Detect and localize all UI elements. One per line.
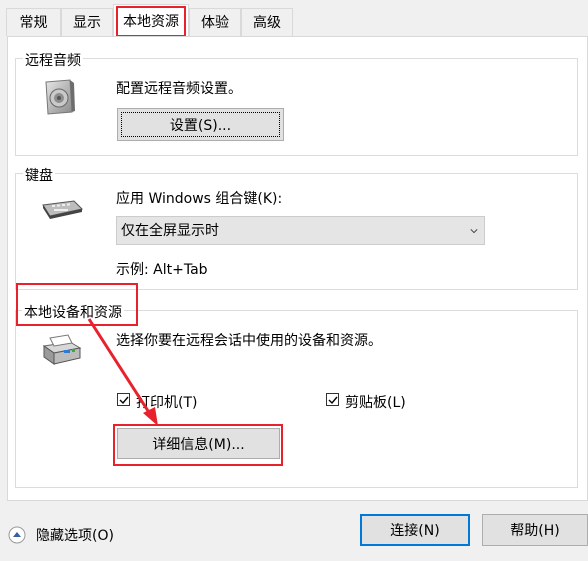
- tab-advanced[interactable]: 高级: [241, 8, 293, 36]
- tab-general[interactable]: 常规: [6, 8, 61, 36]
- audio-settings-label: 设置(S)...: [169, 117, 232, 134]
- keyboard-select-value: 仅在全屏显示时: [121, 223, 219, 239]
- tab-local-resources[interactable]: 本地资源: [113, 4, 189, 38]
- local-devices-description: 选择你要在远程会话中使用的设备和资源。: [116, 333, 382, 349]
- remote-audio-group: [15, 58, 578, 156]
- local-devices-title: 本地设备和资源: [22, 302, 124, 322]
- connect-label: 连接(N): [390, 523, 440, 539]
- help-label: 帮助(H): [510, 523, 560, 539]
- printer-icon: [40, 334, 84, 366]
- keyboard-icon: [40, 198, 84, 220]
- remote-audio-title: 远程音频: [23, 50, 83, 70]
- hide-options-icon[interactable]: [8, 526, 26, 544]
- tab-display[interactable]: 显示: [61, 8, 113, 36]
- remote-audio-description: 配置远程音频设置。: [116, 81, 242, 97]
- tab-bar: 常规 显示 本地资源 体验 高级: [0, 0, 588, 38]
- more-details-label: 详细信息(M)...: [152, 436, 245, 453]
- keyboard-apply-label: 应用 Windows 组合键(K):: [116, 191, 283, 207]
- clipboard-label[interactable]: 剪贴板(L): [345, 392, 406, 412]
- clipboard-checkbox[interactable]: [326, 393, 339, 406]
- help-button[interactable]: 帮助(H): [482, 514, 588, 546]
- printers-label[interactable]: 打印机(T): [136, 392, 197, 412]
- audio-settings-button[interactable]: 设置(S)...: [117, 108, 284, 141]
- hide-options-link[interactable]: 隐藏选项(O): [36, 525, 114, 545]
- speaker-icon: [40, 78, 76, 116]
- printers-checkbox[interactable]: [117, 393, 130, 406]
- more-details-button[interactable]: 详细信息(M)...: [117, 428, 280, 459]
- tab-experience[interactable]: 体验: [189, 8, 241, 36]
- connect-button[interactable]: 连接(N): [360, 514, 470, 546]
- chevron-down-icon: [470, 229, 478, 234]
- keyboard-combination-select[interactable]: 仅在全屏显示时: [116, 216, 485, 245]
- keyboard-title: 键盘: [23, 165, 55, 185]
- keyboard-example: 示例: Alt+Tab: [116, 262, 208, 278]
